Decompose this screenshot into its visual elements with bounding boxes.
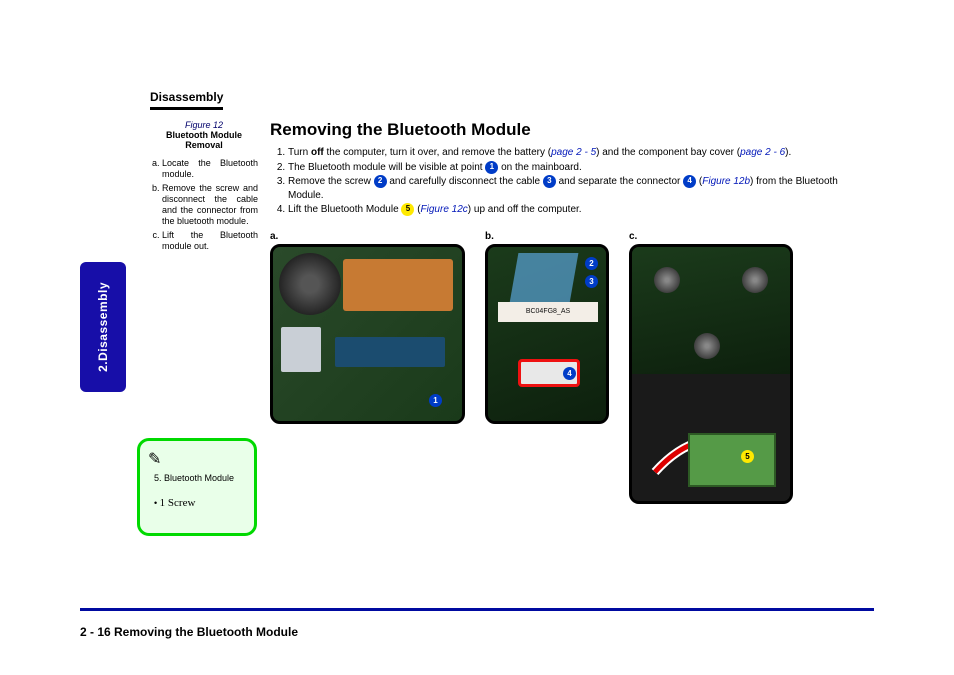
page-title: Removing the Bluetooth Module xyxy=(270,120,874,140)
figures-row: a. 1 b. xyxy=(270,231,874,504)
step-4: Lift the Bluetooth Module 5 (Figure 12c)… xyxy=(288,203,874,217)
figure-c-label: c. xyxy=(629,231,793,242)
screw-hole-graphic xyxy=(694,333,720,359)
pencil-icon: ✎ xyxy=(148,449,246,469)
section-header: Disassembly xyxy=(150,90,223,110)
figure-number: Figure 12 xyxy=(150,120,258,130)
notes-box: ✎ Bluetooth Module 1 Screw xyxy=(137,438,257,536)
figure-b-label: b. xyxy=(485,231,609,242)
notes-item: Bluetooth Module xyxy=(154,473,246,483)
callout-3-badge: 3 xyxy=(543,175,556,188)
figure-c: 5 xyxy=(629,244,793,504)
chapter-tab: 2.Disassembly xyxy=(80,262,126,392)
figure-link[interactable]: Figure 12b xyxy=(702,176,750,187)
callout-1-badge: 1 xyxy=(429,394,442,407)
ssd-graphic xyxy=(281,327,321,372)
figure-caption-item: Locate the Bluetooth module. xyxy=(162,158,258,181)
callout-5-badge: 5 xyxy=(741,450,754,463)
cable-graphic xyxy=(510,253,579,303)
bluetooth-module-graphic xyxy=(688,433,776,487)
figure-link[interactable]: Figure 12c xyxy=(421,204,468,215)
step-2: The Bluetooth module will be visible at … xyxy=(288,161,874,175)
page-link[interactable]: page 2 - 6 xyxy=(740,147,785,158)
callout-2-badge: 2 xyxy=(374,175,387,188)
callout-3-badge: 3 xyxy=(585,275,598,288)
page-link[interactable]: page 2 - 5 xyxy=(551,147,596,158)
figure-caption-item: Remove the screw and disconnect the cabl… xyxy=(162,183,258,228)
ram-graphic xyxy=(335,337,445,367)
figure-a-label: a. xyxy=(270,231,465,242)
callout-5-badge: 5 xyxy=(401,203,414,216)
module-label-graphic: BC04FG8_AS xyxy=(498,302,598,322)
figure-caption-list: Locate the Bluetooth module. Remove the … xyxy=(150,158,258,252)
figure-b: BC04FG8_AS 2 3 4 xyxy=(485,244,609,424)
footer-rule xyxy=(80,608,874,611)
figure-subtitle: Bluetooth Module Removal xyxy=(150,130,258,150)
footer-text: 2 - 16 Removing the Bluetooth Module xyxy=(80,625,298,639)
callout-4-badge: 4 xyxy=(683,175,696,188)
callout-4-badge: 4 xyxy=(563,367,576,380)
step-3: Remove the screw 2 and carefully disconn… xyxy=(288,175,874,202)
screw-hole-graphic xyxy=(654,267,680,293)
screw-hole-graphic xyxy=(742,267,768,293)
callout-2-badge: 2 xyxy=(585,257,598,270)
step-1: Turn off the computer, turn it over, and… xyxy=(288,146,874,160)
notes-item: 1 Screw xyxy=(154,497,246,509)
step-list: Turn off the computer, turn it over, and… xyxy=(270,146,874,217)
heatsink-graphic xyxy=(343,259,453,311)
figure-a: 1 xyxy=(270,244,465,424)
callout-1-badge: 1 xyxy=(485,161,498,174)
chapter-tab-label: 2.Disassembly xyxy=(96,282,110,372)
figure-caption-item: Lift the Bluetooth module out. xyxy=(162,230,258,253)
fan-icon xyxy=(279,253,341,315)
